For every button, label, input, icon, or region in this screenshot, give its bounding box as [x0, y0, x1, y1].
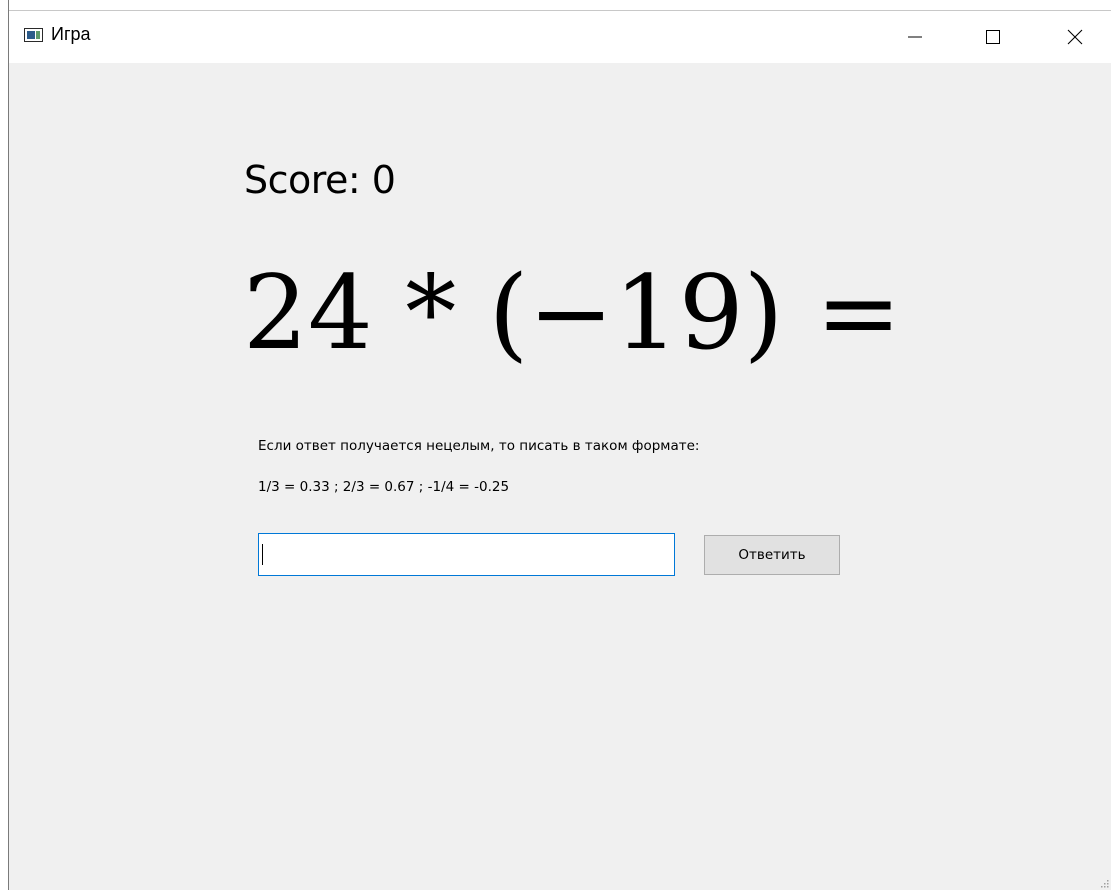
minimize-icon [908, 36, 922, 38]
background-window-edge [0, 0, 9, 890]
math-expression: 24 * (−19) = [243, 254, 902, 373]
title-bar[interactable]: Игра [9, 11, 1111, 63]
format-hint-text: Если ответ получается нецелым, то писать… [258, 438, 700, 454]
score-label: Score: 0 [244, 158, 396, 202]
submit-answer-button[interactable]: Ответить [704, 535, 840, 575]
close-icon [1067, 29, 1083, 45]
desktop: Игра Score: 0 24 * (−19) = Если ответ по… [0, 0, 1111, 890]
window-title: Игра [51, 24, 91, 44]
close-button[interactable] [1046, 11, 1104, 63]
game-window: Игра Score: 0 24 * (−19) = Если ответ по… [9, 10, 1111, 890]
answer-input[interactable] [258, 533, 675, 576]
resize-grip-icon[interactable] [1099, 878, 1109, 888]
app-window-icon [24, 28, 43, 42]
text-caret [262, 544, 263, 565]
minimize-button[interactable] [886, 11, 944, 63]
maximize-icon [986, 30, 1000, 44]
maximize-button[interactable] [964, 11, 1022, 63]
format-examples-text: 1/3 = 0.33 ; 2/3 = 0.67 ; -1/4 = -0.25 [258, 479, 510, 495]
